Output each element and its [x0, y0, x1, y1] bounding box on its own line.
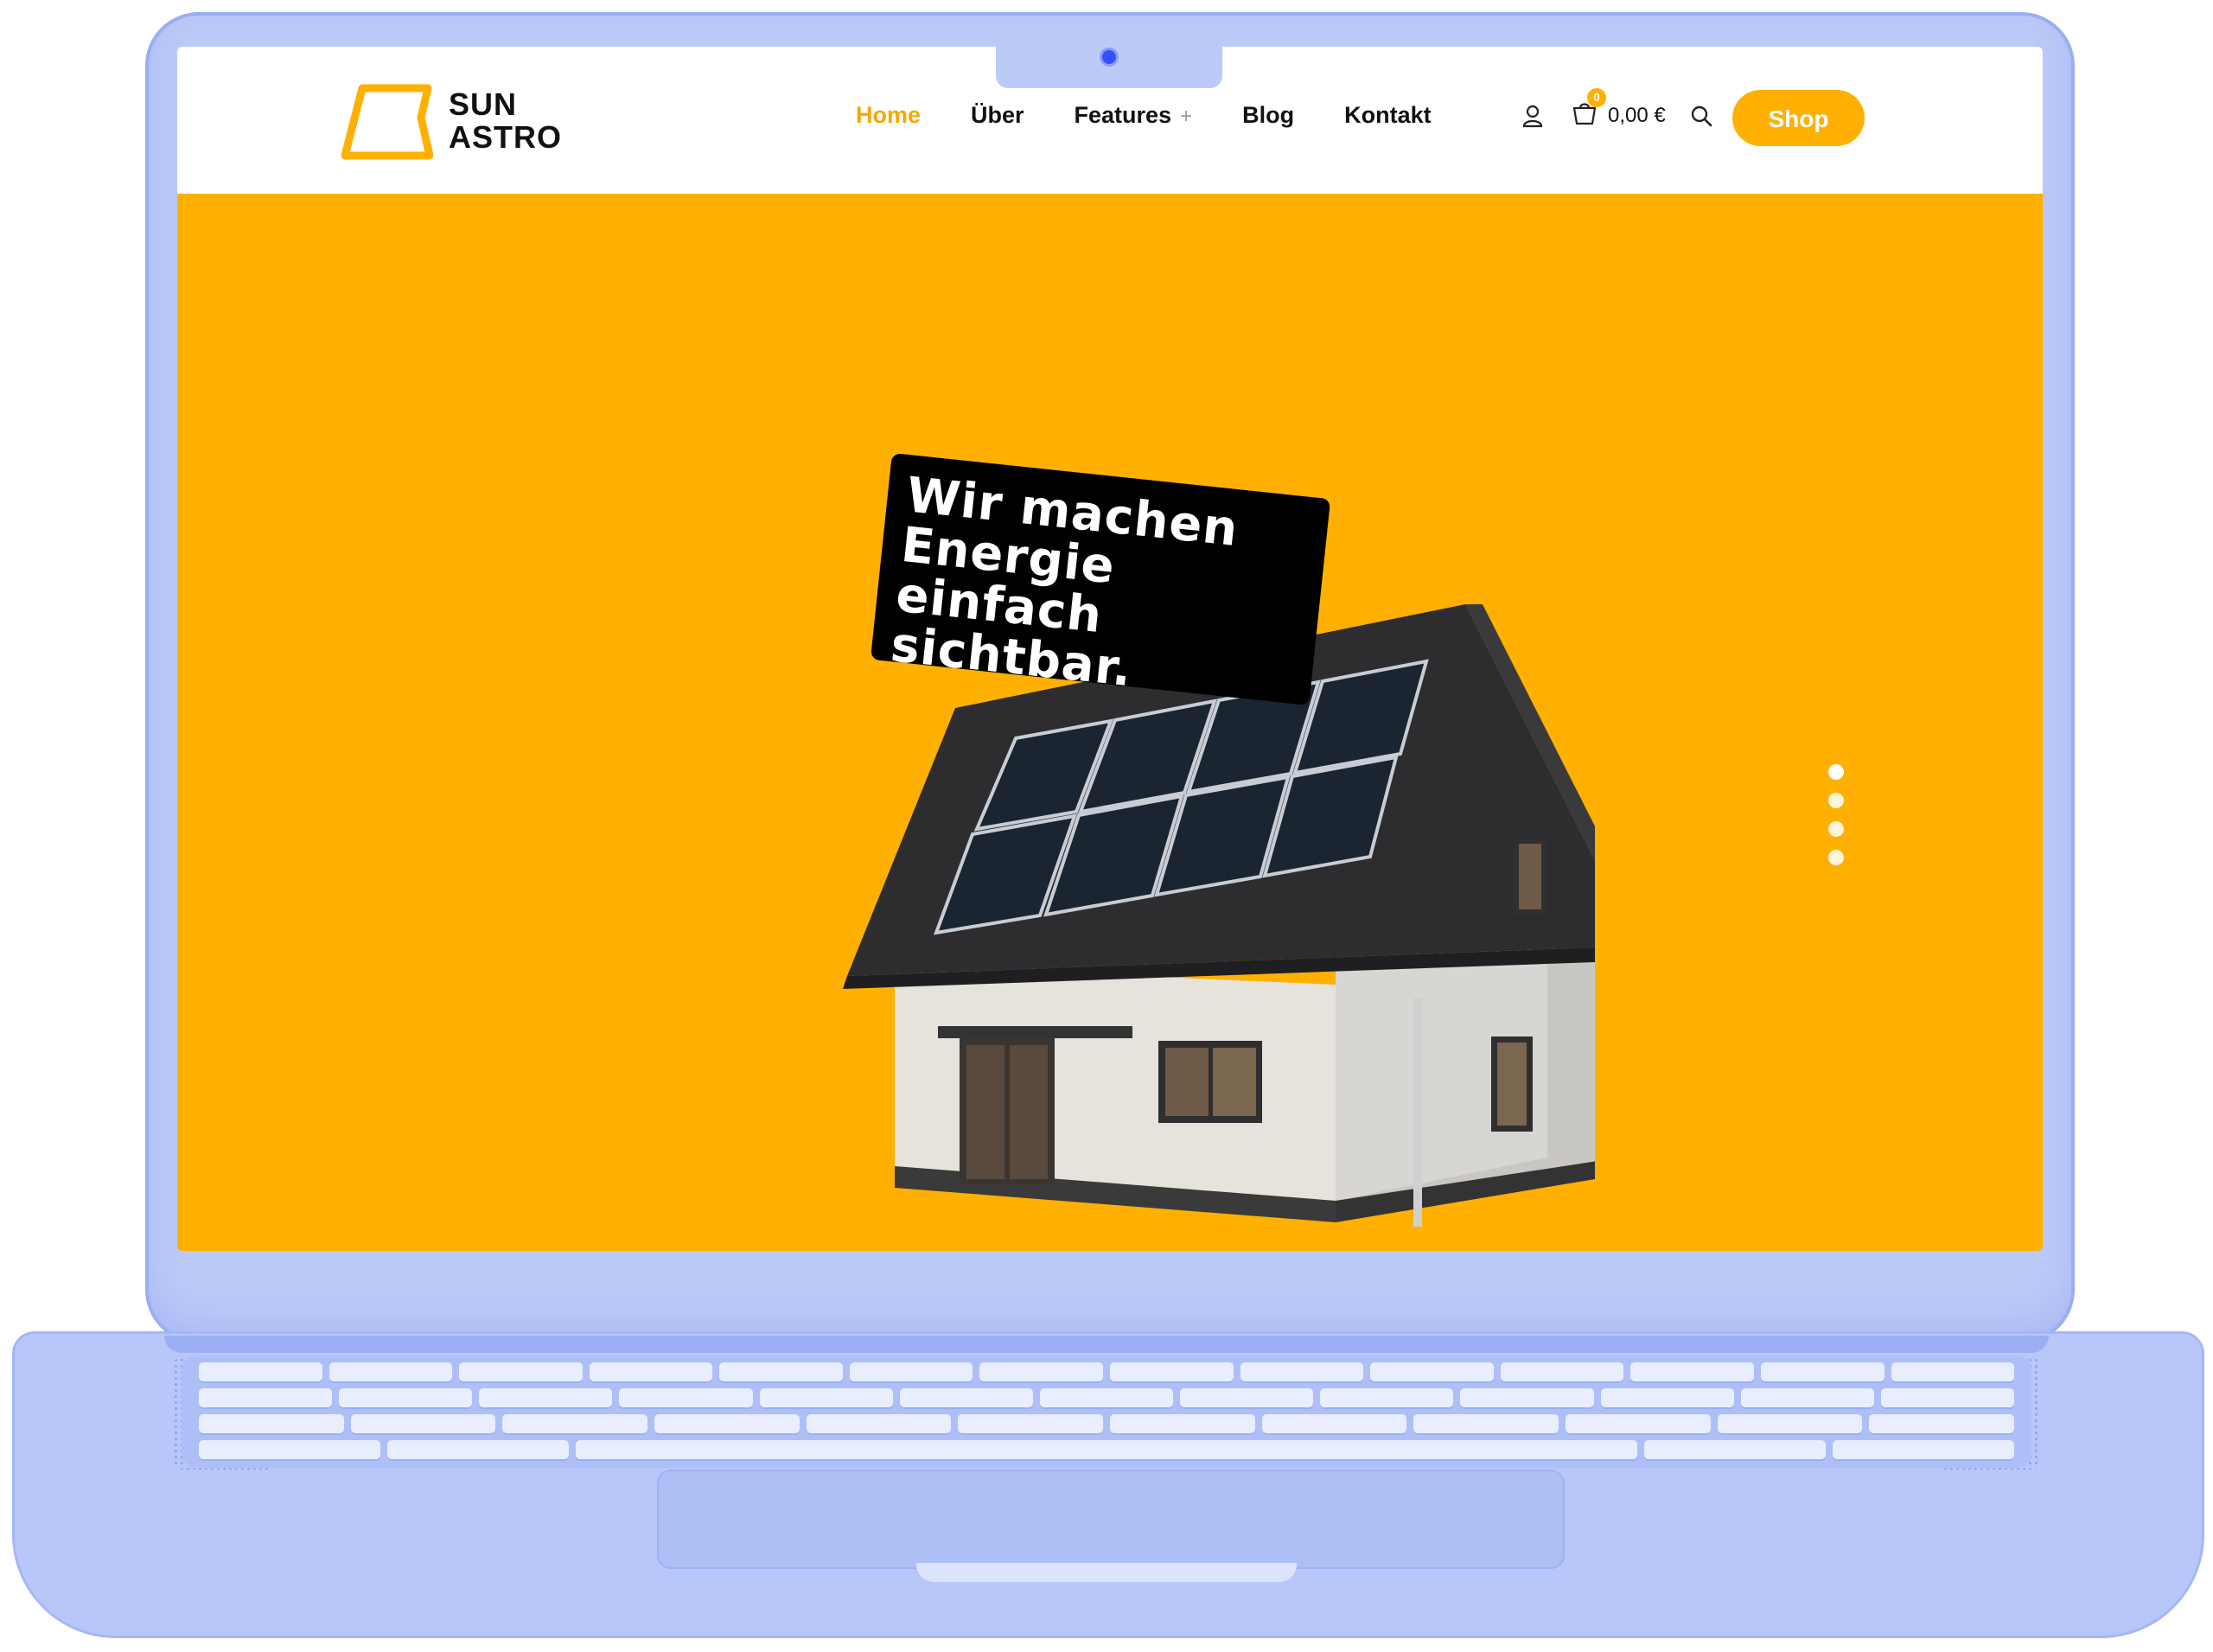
- house-with-solar-panels-image: [843, 604, 1595, 1227]
- key: [1039, 1388, 1174, 1407]
- logo-line-2: ASTRO: [449, 119, 562, 155]
- slider-dot-2[interactable]: [1828, 793, 1844, 808]
- key: [1110, 1414, 1255, 1433]
- key: [1320, 1388, 1454, 1407]
- key: [1740, 1388, 1874, 1407]
- key: [199, 1388, 333, 1407]
- slider-pagination: [1828, 764, 1846, 878]
- key: [1500, 1362, 1624, 1381]
- key: [328, 1362, 453, 1381]
- user-icon[interactable]: [1520, 103, 1546, 129]
- browser-viewport: SUN ASTRO Home Über Features + Blog Konta…: [177, 47, 2043, 1251]
- key: [958, 1414, 1104, 1433]
- shop-button[interactable]: Shop: [1732, 90, 1865, 146]
- key: [502, 1414, 648, 1433]
- nav-item-uber[interactable]: Über: [971, 102, 1024, 129]
- cart[interactable]: 0: [1572, 88, 1606, 131]
- key: [1460, 1388, 1594, 1407]
- keyboard-row: [199, 1362, 2015, 1381]
- key: [1717, 1414, 1863, 1433]
- key: [719, 1362, 843, 1381]
- keyboard-row: [199, 1388, 2015, 1407]
- slider-dot-3[interactable]: [1828, 821, 1844, 837]
- logo-text: SUN ASTRO: [449, 88, 562, 154]
- nav-item-features-label: Features: [1074, 102, 1172, 128]
- slider-dot-1[interactable]: [1828, 764, 1844, 780]
- search-icon[interactable]: [1688, 103, 1714, 129]
- laptop-front-lip: [916, 1563, 1297, 1582]
- key: [1110, 1362, 1234, 1381]
- key: [459, 1362, 583, 1381]
- key: [350, 1414, 496, 1433]
- nav-item-features[interactable]: Features +: [1075, 102, 1193, 129]
- key: [386, 1440, 569, 1459]
- main-nav: Home Über Features + Blog Kontakt: [856, 102, 1482, 129]
- key: [575, 1440, 1638, 1459]
- key: [1630, 1362, 1754, 1381]
- key: [199, 1362, 322, 1381]
- key: [806, 1414, 952, 1433]
- nav-item-blog[interactable]: Blog: [1242, 102, 1294, 129]
- keyboard: [182, 1355, 2031, 1468]
- key: [1261, 1414, 1407, 1433]
- key: [1760, 1362, 1885, 1381]
- logo-mark-icon: [341, 84, 433, 160]
- key: [589, 1362, 713, 1381]
- keyboard-row: [199, 1440, 2014, 1459]
- laptop-hinge: [164, 1336, 2049, 1353]
- key: [1644, 1440, 1827, 1459]
- key: [339, 1388, 473, 1407]
- header-actions: 0 0,00 €: [1520, 88, 1714, 131]
- keyboard-row: [199, 1414, 2015, 1433]
- key: [654, 1414, 800, 1433]
- key: [1413, 1414, 1559, 1433]
- key: [1566, 1414, 1711, 1433]
- key: [199, 1414, 344, 1433]
- key: [1180, 1388, 1314, 1407]
- key: [849, 1362, 973, 1381]
- key: [1880, 1388, 2015, 1407]
- hero-headline-sign: Wir machen Energie einfach sichtbar.: [870, 453, 1331, 705]
- camera-icon: [1102, 50, 1116, 64]
- slider-dot-4[interactable]: [1828, 850, 1844, 865]
- trackpad: [657, 1470, 1565, 1569]
- key: [1891, 1362, 2015, 1381]
- key: [759, 1388, 893, 1407]
- key: [199, 1440, 380, 1459]
- hero-headline: Wir machen Energie einfach sichtbar.: [888, 467, 1330, 714]
- key: [1869, 1414, 2015, 1433]
- cart-count-badge: 0: [1587, 88, 1606, 107]
- key: [1833, 1440, 2014, 1459]
- key: [899, 1388, 1033, 1407]
- key: [979, 1362, 1104, 1381]
- logo-line-1: SUN: [449, 86, 518, 122]
- key: [1600, 1388, 1734, 1407]
- nav-item-kontakt[interactable]: Kontakt: [1344, 102, 1432, 129]
- camera-notch: [996, 43, 1222, 88]
- key: [479, 1388, 613, 1407]
- cart-total[interactable]: 0,00 €: [1608, 104, 1666, 128]
- key: [1370, 1362, 1494, 1381]
- key: [619, 1388, 753, 1407]
- submenu-plus-icon[interactable]: +: [1180, 105, 1192, 128]
- key: [1240, 1362, 1364, 1381]
- nav-item-home[interactable]: Home: [856, 102, 921, 129]
- site-logo[interactable]: SUN ASTRO: [338, 83, 589, 163]
